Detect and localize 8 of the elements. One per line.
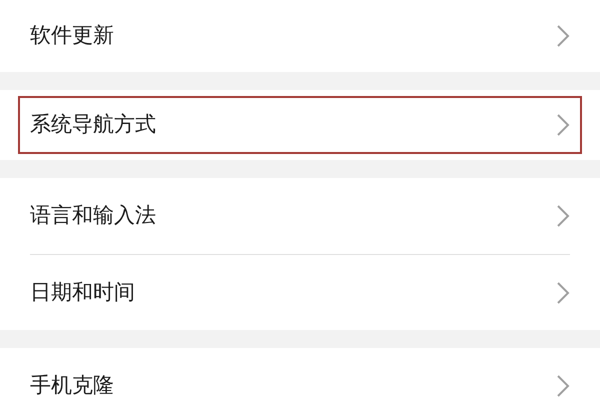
chevron-right-icon: [556, 280, 570, 304]
settings-item[interactable]: 日期和时间: [18, 261, 582, 324]
chevron-right-icon: [556, 204, 570, 228]
chevron-right-icon: [556, 113, 570, 137]
settings-item[interactable]: 系统导航方式: [18, 96, 582, 154]
settings-item[interactable]: 语言和输入法: [18, 184, 582, 248]
chevron-right-icon: [556, 374, 570, 398]
chevron-right-icon: [556, 24, 570, 48]
